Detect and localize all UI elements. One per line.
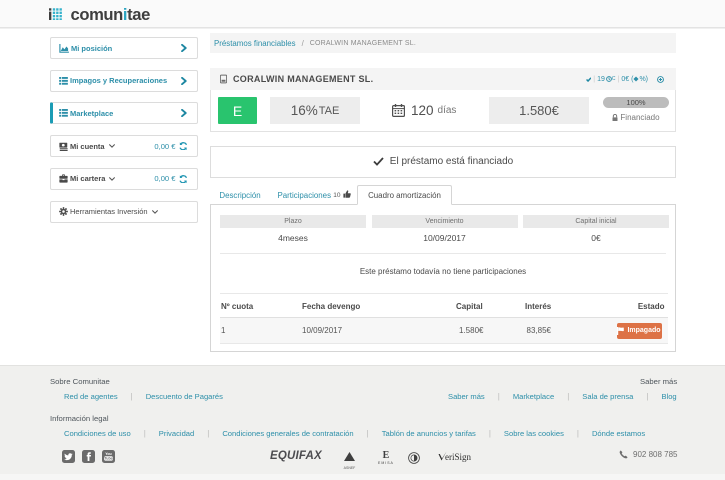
svg-text:You: You [105, 452, 112, 456]
svg-text:Tube: Tube [104, 457, 112, 461]
